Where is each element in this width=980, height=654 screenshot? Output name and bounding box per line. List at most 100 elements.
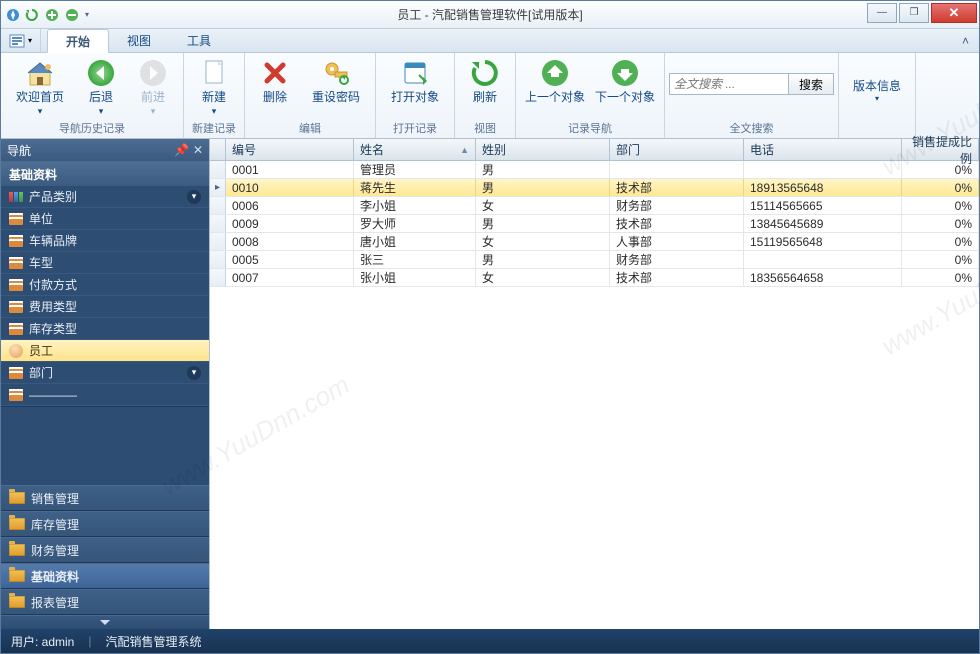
cell-name: 李小姐	[354, 197, 476, 214]
cell-id: 0001	[226, 161, 354, 178]
ribbon-collapse-icon[interactable]: ˄	[952, 29, 979, 52]
group-label: 视图	[459, 122, 511, 138]
status-user: 用户: admin	[11, 633, 74, 650]
window-title: 员工 - 汽配销售管理软件[试用版本]	[397, 6, 582, 23]
nav-finance-mgmt[interactable]: 财务管理	[1, 537, 209, 563]
sidebar-section-header[interactable]: 基础资料	[1, 162, 209, 186]
column-header-gender[interactable]: 姓别	[476, 139, 610, 160]
table-row[interactable]: 0001管理员男0%	[210, 161, 979, 179]
sidebar-collapse-icon[interactable]	[1, 615, 209, 629]
nav-sales-mgmt[interactable]: 销售管理	[1, 485, 209, 511]
qat-remove-icon[interactable]	[65, 8, 79, 22]
row-indicator-icon	[210, 215, 226, 232]
sidebar-item-inventory-type[interactable]: 库存类型	[1, 318, 209, 340]
folder-icon	[9, 570, 25, 582]
column-header-name[interactable]: 姓名▲	[354, 139, 476, 160]
chevron-down-icon: ▾	[187, 366, 201, 380]
row-indicator-icon: ▸	[210, 179, 226, 196]
cell-dept	[610, 161, 744, 178]
nextobj-button[interactable]: 下一个对象	[590, 55, 660, 104]
tab-工具[interactable]: 工具	[169, 29, 229, 52]
maximize-button[interactable]: ❐	[899, 3, 929, 23]
app-window: ▾ 员工 - 汽配销售管理软件[试用版本] — ❐ ✕ ▾ 开始视图工具 ˄ 欢…	[0, 0, 980, 654]
openobj-button[interactable]: 打开对象	[380, 55, 450, 104]
cell-phone: 18356564658	[744, 269, 902, 286]
cell-name: 蒋先生	[354, 179, 476, 196]
sidebar-close-icon[interactable]: ✕	[193, 143, 203, 157]
cell-dept: 财务部	[610, 251, 744, 268]
sidebar-item-product-category[interactable]: 产品类别▾	[1, 186, 209, 208]
row-indicator-icon	[210, 233, 226, 250]
column-header-dept[interactable]: 部门	[610, 139, 744, 160]
cell-gender: 男	[476, 161, 610, 178]
sidebar-item-label: 库存类型	[29, 320, 77, 337]
resetpwd-button[interactable]: 重设密码	[301, 55, 371, 104]
nav-label: 报表管理	[31, 594, 79, 611]
cell-comm: 0%	[902, 215, 979, 232]
sidebar-item-more[interactable]: ――――	[1, 384, 209, 406]
cell-comm: 0%	[902, 233, 979, 250]
sidebar-item-department[interactable]: 部门 ▾	[1, 362, 209, 384]
version-button[interactable]: 版本信息▾	[843, 73, 911, 107]
row-indicator-icon	[210, 161, 226, 178]
table-row[interactable]: ▸0010蒋先生男技术部189135656480%	[210, 179, 979, 197]
tab-视图[interactable]: 视图	[109, 29, 169, 52]
table-row[interactable]: 0007张小姐女技术部183565646580%	[210, 269, 979, 287]
cell-phone: 15114565665	[744, 197, 902, 214]
table-row[interactable]: 0005张三男财务部0%	[210, 251, 979, 269]
qat-refresh-icon[interactable]	[25, 8, 39, 22]
sidebar: 导航 📌✕ 基础资料 产品类别▾单位车辆品牌车型付款方式费用类型库存类型员工部门…	[1, 139, 209, 629]
column-header-comm[interactable]: 销售提成比例	[902, 139, 979, 160]
sidebar-item-label: 费用类型	[29, 298, 77, 315]
sidebar-header: 导航 📌✕	[1, 139, 209, 161]
prevobj-button[interactable]: 上一个对象	[520, 55, 590, 104]
cell-id: 0005	[226, 251, 354, 268]
cell-phone: 13845645689	[744, 215, 902, 232]
cell-gender: 男	[476, 179, 610, 196]
file-menu-button[interactable]: ▾	[1, 29, 41, 52]
chevron-down-icon: ▾	[187, 190, 201, 204]
nav-base-data[interactable]: 基础资料	[1, 563, 209, 589]
row-indicator-icon	[210, 197, 226, 214]
sidebar-item-unit[interactable]: 单位	[1, 208, 209, 230]
cell-phone: 15119565648	[744, 233, 902, 250]
refresh-button[interactable]: 刷新	[459, 55, 511, 104]
nav-label: 财务管理	[31, 542, 79, 559]
sidebar-item-vehicle-brand[interactable]: 车辆品牌	[1, 230, 209, 252]
search-button[interactable]: 搜索	[788, 73, 834, 95]
folder-icon	[9, 492, 25, 504]
column-header-id[interactable]: 编号	[226, 139, 354, 160]
qat-caret-icon[interactable]: ▾	[85, 10, 89, 19]
group-label: 新建记录	[188, 122, 240, 138]
back-button[interactable]: 后退▾	[75, 55, 127, 117]
cell-phone	[744, 161, 902, 178]
data-grid: 编号姓名▲姓别部门电话销售提成比例 0001管理员男0%▸0010蒋先生男技术部…	[209, 139, 979, 629]
table-row[interactable]: 0006李小姐女财务部151145656650%	[210, 197, 979, 215]
table-row[interactable]: 0008唐小姐女人事部151195656480%	[210, 233, 979, 251]
home-button[interactable]: 欢迎首页▾	[5, 55, 75, 117]
pin-icon[interactable]: 📌	[174, 143, 189, 157]
cell-name: 管理员	[354, 161, 476, 178]
cell-id: 0009	[226, 215, 354, 232]
close-button[interactable]: ✕	[931, 3, 977, 23]
table-row[interactable]: 0009罗大师男技术部138456456890%	[210, 215, 979, 233]
cell-comm: 0%	[902, 269, 979, 286]
qat-add-icon[interactable]	[45, 8, 59, 22]
fulltext-search-input[interactable]	[669, 73, 789, 95]
grid-body[interactable]: 0001管理员男0%▸0010蒋先生男技术部189135656480%0006李…	[210, 161, 979, 629]
tab-开始[interactable]: 开始	[47, 29, 109, 53]
titlebar: ▾ 员工 - 汽配销售管理软件[试用版本] — ❐ ✕	[1, 1, 979, 29]
nav-inventory-mgmt[interactable]: 库存管理	[1, 511, 209, 537]
cell-dept: 技术部	[610, 269, 744, 286]
delete-button[interactable]: 删除	[249, 55, 301, 104]
sidebar-item-employee[interactable]: 员工	[1, 340, 209, 362]
sidebar-item-vehicle-model[interactable]: 车型	[1, 252, 209, 274]
sidebar-item-expense-type[interactable]: 费用类型	[1, 296, 209, 318]
sidebar-item-payment-method[interactable]: 付款方式	[1, 274, 209, 296]
new-button[interactable]: 新建▾	[188, 55, 240, 117]
sidebar-item-label: 部门	[29, 364, 53, 381]
nav-report-mgmt[interactable]: 报表管理	[1, 589, 209, 615]
column-header-phone[interactable]: 电话	[744, 139, 902, 160]
minimize-button[interactable]: —	[867, 3, 897, 23]
statusbar: 用户: admin | 汽配销售管理系统	[1, 629, 979, 653]
